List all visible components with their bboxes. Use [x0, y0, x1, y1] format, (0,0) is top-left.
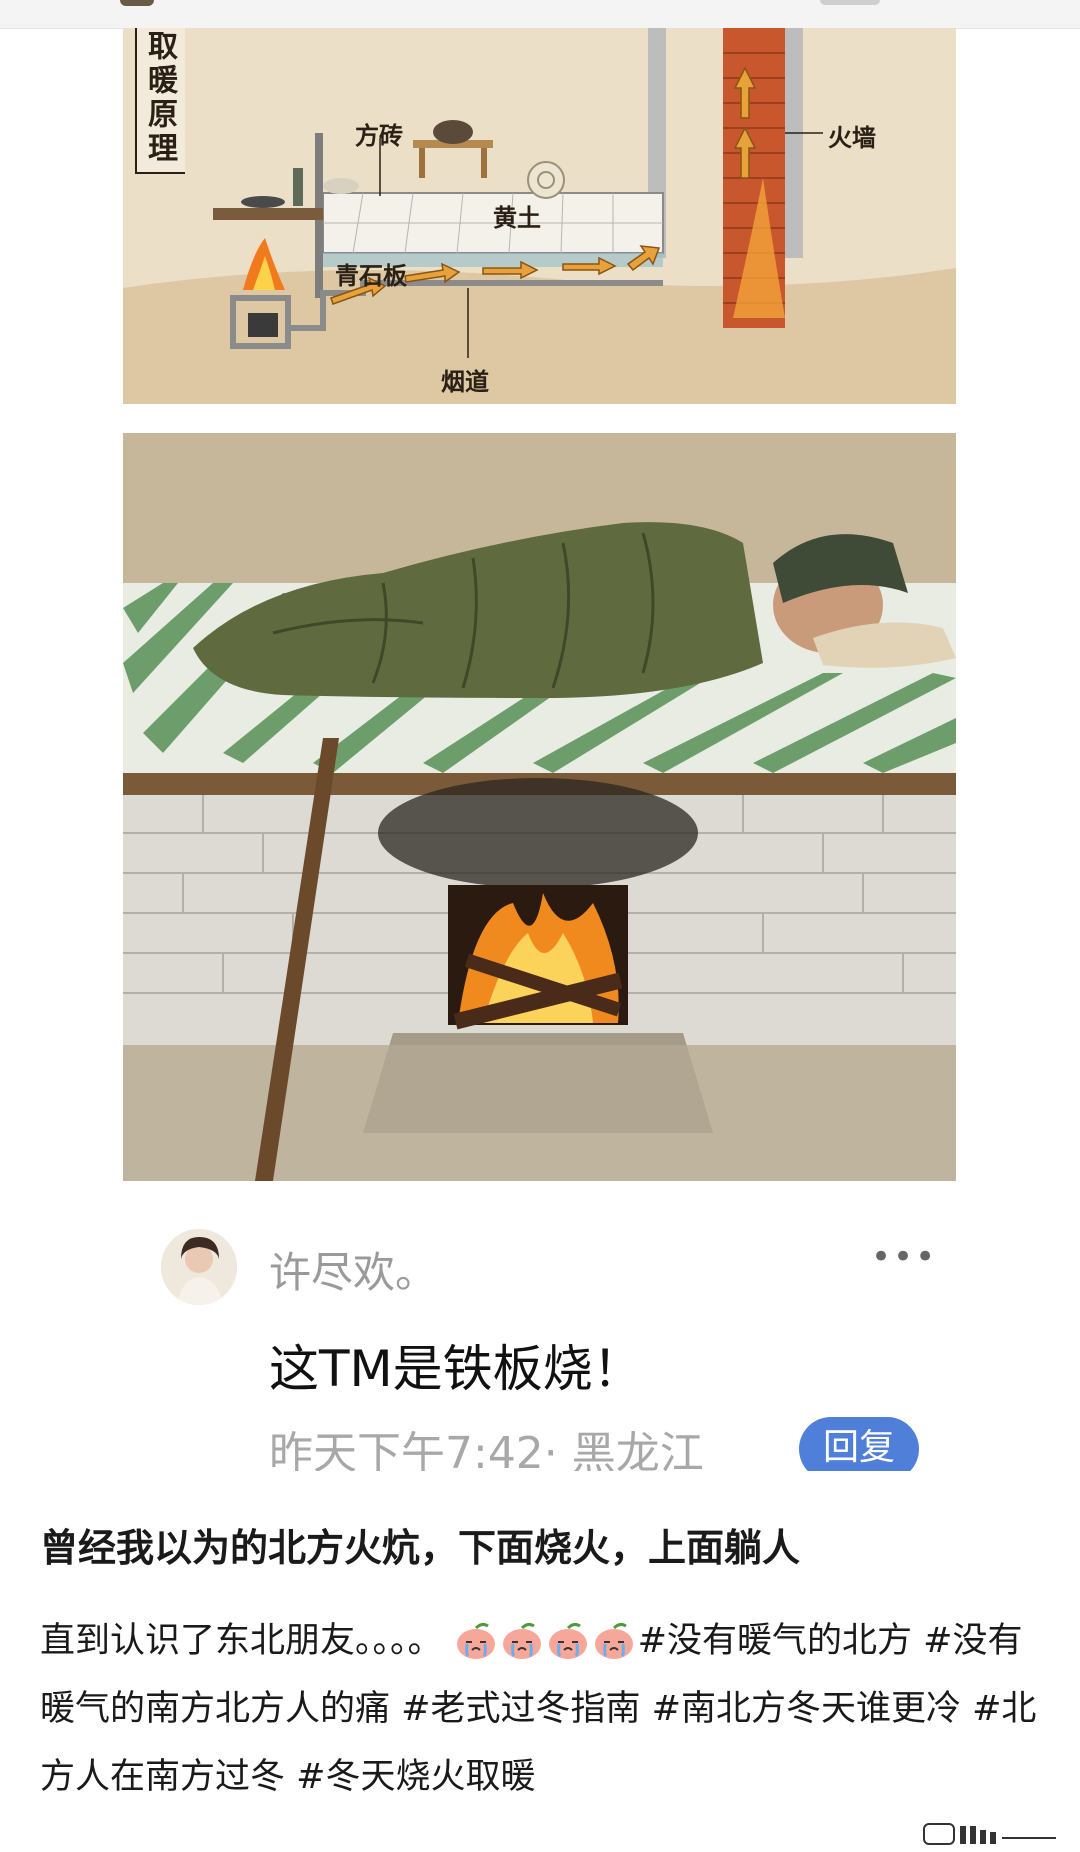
sleeping-on-fire-photo — [123, 433, 956, 1181]
commenter-name[interactable]: 许尽欢。 — [269, 1239, 437, 1300]
comment-card: 许尽欢。 ••• 这TM是铁板烧！ 昨天下午7:42· 黑龙江 回复 — [123, 1181, 956, 1471]
label-square-brick: 方砖 — [355, 121, 403, 150]
top-avatar-fragment — [120, 0, 154, 6]
kang-diagram-image: 取暖原理 方砖 火墙 黄土 青石板 烟道 — [123, 28, 956, 404]
diagram-title: 取暖原理 — [135, 28, 185, 174]
crying-peach-emoji-icon — [454, 1621, 638, 1661]
comment-meta: 昨天下午7:42· 黑龙江 — [269, 1428, 704, 1471]
top-bar — [0, 0, 1080, 29]
label-yellow-earth: 黄土 — [493, 203, 541, 232]
top-bar-fragment — [820, 0, 880, 5]
hashtag-link[interactable]: #南北方冬天谁更冷 — [652, 1689, 961, 1729]
post-title: 曾经我以为的北方火炕，下面烧火，上面躺人 — [40, 1526, 801, 1570]
post-intro: 直到认识了东北朋友。。。。 — [40, 1621, 443, 1661]
watermark-logo — [920, 1820, 1060, 1848]
label-bluestone-slab: 青石板 — [335, 261, 407, 290]
hashtag-link[interactable]: #没有暖气的北方 — [638, 1621, 912, 1661]
reply-button[interactable]: 回复 — [799, 1417, 919, 1471]
commenter-avatar[interactable] — [161, 1229, 237, 1305]
hashtag-link[interactable]: #老式过冬指南 — [401, 1689, 640, 1729]
comment-text: 这TM是铁板烧！ — [269, 1340, 643, 1398]
label-flue: 烟道 — [441, 367, 489, 396]
label-fire-wall: 火墙 — [828, 123, 876, 152]
post-body: 直到认识了东北朋友。。。。 #没有暖气的北方 #没有暖气的南方北方人的痛 #老式… — [40, 1607, 1050, 1811]
hashtag-link[interactable]: #冬天烧火取暖 — [296, 1757, 535, 1797]
more-dots-icon[interactable]: ••• — [871, 1240, 937, 1274]
